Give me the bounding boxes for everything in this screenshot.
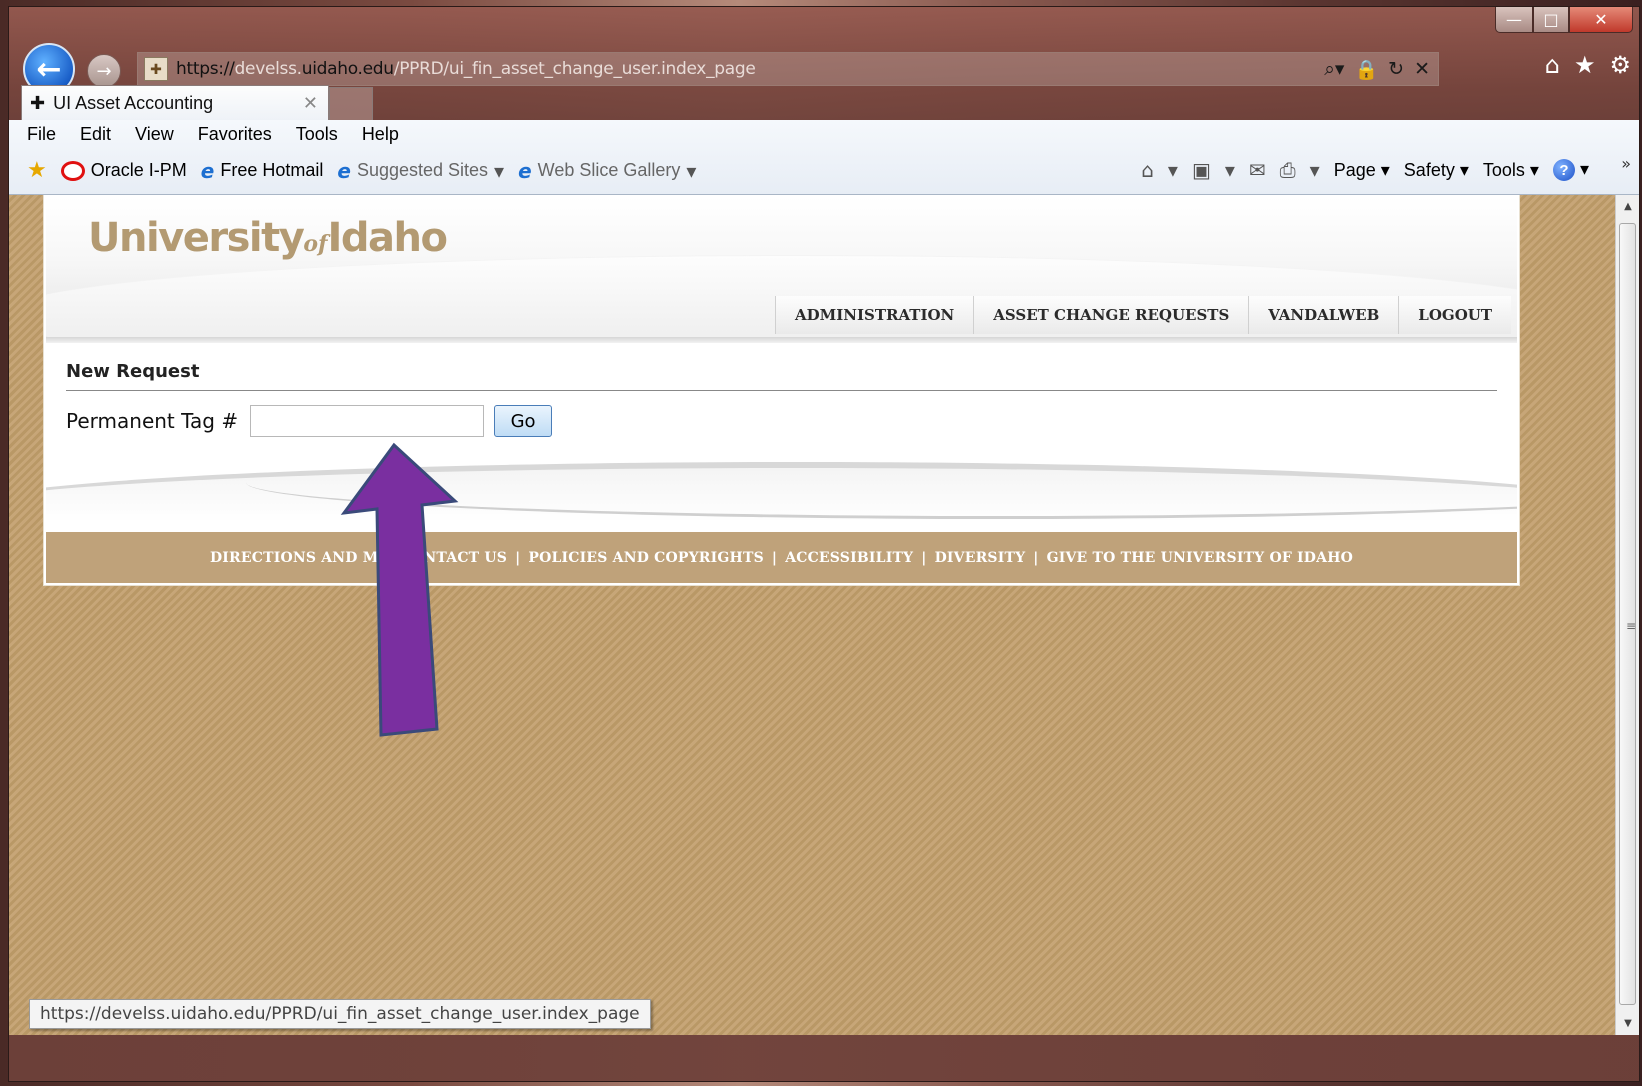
help-menu[interactable]: ? ▾ [1552,159,1589,182]
safety-menu[interactable]: Safety ▾ [1404,160,1469,181]
stop-icon[interactable]: ✕ [1414,58,1430,81]
menu-favorites[interactable]: Favorites [198,124,272,145]
rss-feed-icon[interactable]: ▣ [1192,158,1211,182]
chevron-down-icon[interactable]: ▾ [1168,158,1178,182]
footer-link-diversity[interactable]: DIVERSITY [935,550,1026,566]
footer-link-accessibility[interactable]: ACCESSIBILITY [785,550,913,566]
ie-page-icon: e [200,158,215,183]
favorite-label: Web Slice Gallery [537,160,681,180]
maximize-button[interactable]: □ [1533,7,1569,33]
address-bar[interactable]: ✚ https://develss.uidaho.edu/PPRD/ui_fin… [137,52,1439,86]
tab-favicon-icon: ✚ [30,93,46,113]
menu-file[interactable]: File [27,124,56,145]
close-window-button[interactable]: ✕ [1569,7,1633,33]
favorite-suggested-sites[interactable]: e Suggested Sites ▾ [337,159,504,183]
menu-bar: File Edit View Favorites Tools Help [27,124,399,145]
vertical-scrollbar[interactable]: ▲ ≡ ▼ [1615,195,1639,1035]
url-text[interactable]: https://develss.uidaho.edu/PPRD/ui_fin_a… [176,59,756,79]
nav-logout[interactable]: LOGOUT [1398,296,1511,334]
favorites-star-icon[interactable]: ★ [27,158,47,183]
footer-separator: | [921,549,927,566]
grip-icon: ≡ [1625,619,1637,633]
scroll-up-arrow-icon[interactable]: ▲ [1616,201,1639,212]
ie-logo-icon: e [337,158,351,183]
print-icon[interactable]: ⎙ [1280,158,1296,182]
chevron-down-icon[interactable]: ▾ [1310,158,1320,182]
favorite-free-hotmail[interactable]: e Free Hotmail [201,159,324,183]
home-icon[interactable]: ⌂ [1545,51,1560,79]
page-viewport: UniversityofIdaho ADMINISTRATION ASSET C… [9,195,1615,1035]
refresh-icon[interactable]: ↻ [1388,58,1404,81]
mail-icon[interactable]: ✉ [1249,158,1266,182]
tab-close-icon[interactable]: ✕ [303,93,318,114]
nav-administration[interactable]: ADMINISTRATION [775,296,974,334]
menu-view[interactable]: View [135,124,174,145]
chevron-down-icon: ▾ [494,158,505,183]
footer-separator: | [1033,549,1039,566]
site-favicon-icon: ✚ [144,57,168,81]
page-menu[interactable]: Page ▾ [1334,160,1390,181]
nav-asset-change-requests[interactable]: ASSET CHANGE REQUESTS [973,296,1249,334]
menu-tools[interactable]: Tools [296,124,338,145]
tab-title: UI Asset Accounting [53,93,214,113]
scrollbar-thumb[interactable]: ≡ [1619,223,1636,1005]
favorites-bar: ★ Oracle I-PM e Free Hotmail e Suggested… [27,158,696,183]
home-icon[interactable]: ⌂ [1141,158,1154,182]
new-tab-button[interactable] [329,87,373,121]
scroll-down-arrow-icon[interactable]: ▼ [1616,1018,1639,1029]
oracle-icon [60,160,85,181]
forward-button[interactable]: → [87,54,121,88]
favorites-star-icon[interactable]: ★ [1574,51,1596,79]
command-bar: ⌂ ▾ ▣ ▾ ✉ ⎙ ▾ Page ▾ Safety ▾ Tools ▾ ? … [1141,158,1589,182]
annotation-arrow [340,442,459,737]
more-commands-chevron-icon[interactable]: » [1621,154,1631,173]
tools-menu[interactable]: Tools ▾ [1483,160,1539,181]
favorite-label: Free Hotmail [220,160,324,180]
command-bars: File Edit View Favorites Tools Help ★ Or… [9,120,1639,195]
footer-link-give[interactable]: GIVE TO THE UNIVERSITY OF IDAHO [1047,550,1353,566]
menu-edit[interactable]: Edit [80,124,111,145]
window-caption-buttons: — □ ✕ [1495,7,1633,33]
browser-toolbar-icons: ⌂ ★ ⚙ [1545,51,1631,79]
annotation-arrow-shape [340,442,459,737]
top-navigation: ADMINISTRATION ASSET CHANGE REQUESTS VAN… [775,295,1511,335]
lock-icon[interactable]: 🔒 [1354,58,1378,81]
favorite-oracle-ipm[interactable]: Oracle I-PM [60,160,187,181]
favorite-web-slice-gallery[interactable]: e Web Slice Gallery ▾ [518,159,696,183]
chevron-down-icon: ▾ [686,158,697,183]
tab-ui-asset-accounting[interactable]: ✚ UI Asset Accounting ✕ [21,85,329,121]
minimize-button[interactable]: — [1495,7,1533,33]
ie-page-icon: e [518,158,532,183]
status-bar-url: https://develss.uidaho.edu/PPRD/ui_fin_a… [29,999,651,1029]
nav-vandalweb[interactable]: VANDALWEB [1248,296,1399,334]
footer-separator: | [771,549,778,566]
settings-gear-icon[interactable]: ⚙ [1609,51,1631,79]
help-icon: ? [1552,159,1575,182]
favorite-label: Suggested Sites [356,160,489,180]
browser-window: — □ ✕ ← → ✚ https://develss.uidaho.edu/P… [8,6,1640,1082]
search-icon[interactable]: ⌕▾ [1324,58,1344,81]
chevron-down-icon[interactable]: ▾ [1225,158,1235,182]
favorite-label: Oracle I-PM [90,160,187,180]
menu-help[interactable]: Help [362,124,399,145]
address-bar-tools: ⌕▾ 🔒 ↻ ✕ [1324,58,1430,81]
